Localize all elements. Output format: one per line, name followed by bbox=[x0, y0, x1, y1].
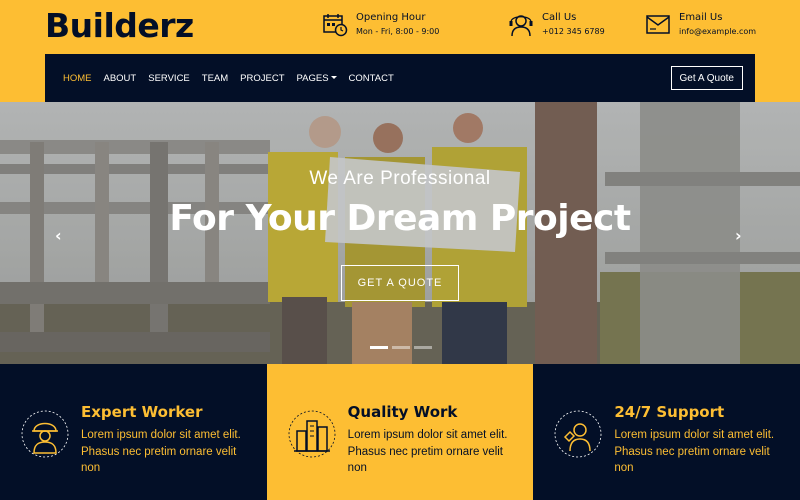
nav-about[interactable]: ABOUT bbox=[104, 73, 137, 84]
calendar-clock-icon bbox=[323, 14, 348, 37]
hero-carousel: We Are Professional For Your Dream Proje… bbox=[0, 102, 800, 364]
hero-get-quote-button[interactable]: GET A QUOTE bbox=[341, 265, 459, 301]
building-icon bbox=[288, 410, 336, 458]
support-icon bbox=[554, 410, 602, 458]
feature-text: Lorem ipsum dolor sit amet elit. Phasus … bbox=[347, 429, 508, 475]
nav-contact[interactable]: CONTACT bbox=[349, 73, 394, 84]
feature-expert-worker: Expert Worker Lorem ipsum dolor sit amet… bbox=[0, 364, 267, 500]
feature-title: Quality Work bbox=[347, 403, 458, 421]
nav-home[interactable]: HOME bbox=[63, 73, 92, 84]
email-info: Email Us info@example.com bbox=[645, 12, 756, 38]
carousel-dot-3[interactable] bbox=[414, 346, 432, 349]
nav-pages-dropdown[interactable]: PAGES bbox=[297, 73, 337, 84]
call-title: Call Us bbox=[542, 12, 577, 23]
hours-value: Mon - Fri, 8:00 - 9:00 bbox=[356, 27, 440, 36]
logo[interactable]: Builderz bbox=[45, 6, 194, 45]
nav-project[interactable]: PROJECT bbox=[240, 73, 284, 84]
nav-team[interactable]: TEAM bbox=[202, 73, 228, 84]
phone-support-icon bbox=[509, 15, 533, 37]
opening-hours-info: Opening Hour Mon - Fri, 8:00 - 9:00 bbox=[322, 12, 439, 38]
email-icon bbox=[646, 15, 670, 34]
call-value[interactable]: +012 345 6789 bbox=[542, 27, 605, 37]
carousel-next-icon[interactable]: › bbox=[735, 226, 742, 245]
feature-title: Expert Worker bbox=[81, 403, 203, 421]
nav-service[interactable]: SERVICE bbox=[148, 73, 190, 84]
carousel-dot-2[interactable] bbox=[392, 346, 410, 349]
nav-menu: HOME ABOUT SERVICE TEAM PROJECT PAGES CO… bbox=[63, 54, 406, 102]
hero-title: For Your Dream Project bbox=[169, 198, 631, 239]
feature-support: 24/7 Support Lorem ipsum dolor sit amet … bbox=[533, 364, 800, 500]
main-navbar: HOME ABOUT SERVICE TEAM PROJECT PAGES CO… bbox=[45, 54, 755, 102]
email-value[interactable]: info@example.com bbox=[679, 27, 756, 37]
feature-text: Lorem ipsum dolor sit amet elit. Phasus … bbox=[81, 429, 241, 475]
carousel-dot-1[interactable] bbox=[370, 346, 388, 349]
nav-pages-label: PAGES bbox=[296, 72, 329, 84]
feature-title: 24/7 Support bbox=[614, 403, 725, 421]
carousel-indicators bbox=[370, 346, 436, 349]
get-quote-button[interactable]: Get A Quote bbox=[670, 66, 743, 90]
top-header: Builderz Opening Hour Mon - Fri, 8:00 - … bbox=[0, 0, 800, 54]
hero-subtitle: We Are Professional bbox=[309, 168, 491, 189]
caret-down-icon bbox=[330, 76, 337, 80]
call-info: Call Us +012 345 6789 bbox=[508, 12, 605, 38]
feature-text: Lorem ipsum dolor sit amet elit. Phasus … bbox=[614, 429, 775, 475]
worker-icon bbox=[21, 410, 69, 458]
carousel-prev-icon[interactable]: ‹ bbox=[55, 226, 62, 245]
feature-section: Expert Worker Lorem ipsum dolor sit amet… bbox=[0, 364, 800, 500]
feature-quality-work: Quality Work Lorem ipsum dolor sit amet … bbox=[266, 364, 534, 500]
hours-title: Opening Hour bbox=[356, 12, 426, 23]
email-title: Email Us bbox=[679, 12, 723, 23]
